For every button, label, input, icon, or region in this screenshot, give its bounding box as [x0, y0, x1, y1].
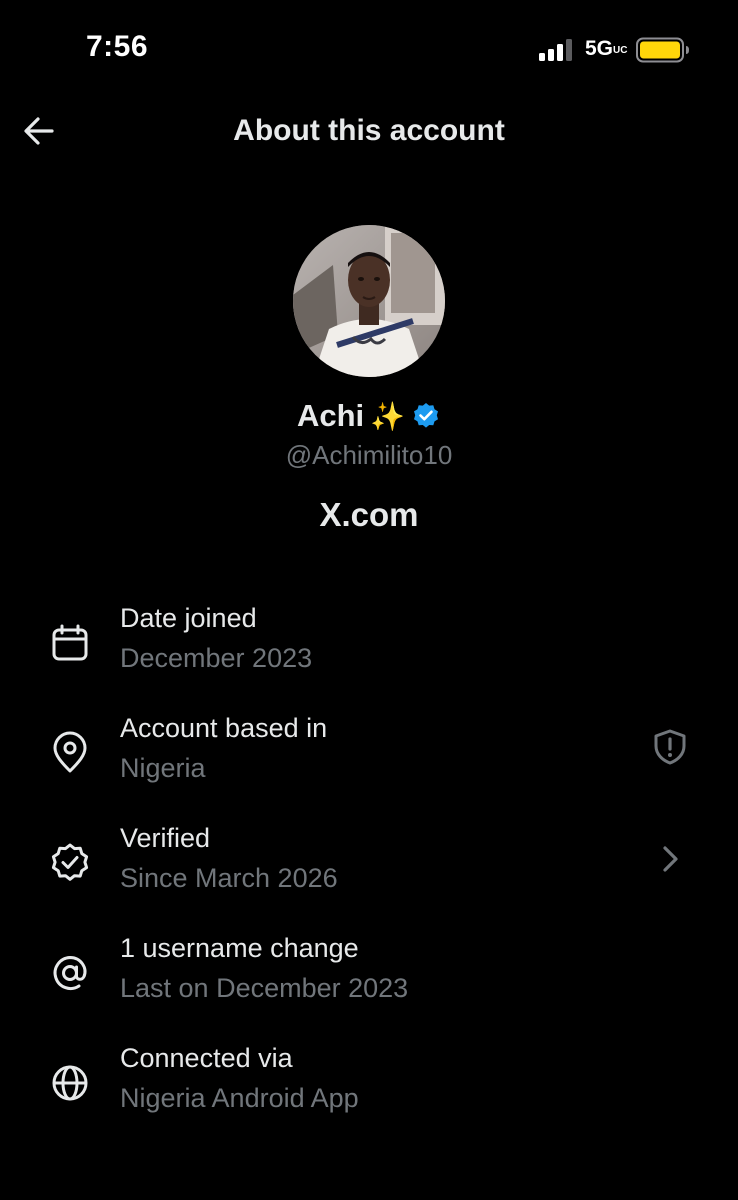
avatar[interactable]: [293, 225, 445, 377]
verified-badge-icon: [414, 403, 439, 428]
display-name: Achi: [296, 398, 365, 433]
info-value: December 2023: [120, 643, 313, 673]
info-label: Account based in: [120, 713, 328, 743]
chevron-right-icon: [663, 846, 678, 872]
info-row-verified[interactable]: Verified Since March 2026: [0, 823, 738, 923]
status-bar: 7:56 5GUC: [0, 0, 738, 100]
verified-check-icon: [51, 843, 89, 881]
sparkles-emoji: ✨: [370, 400, 406, 432]
info-label: Connected via: [120, 1043, 293, 1073]
network-indicator: 5GUC: [585, 37, 628, 60]
info-value: Nigeria Android App: [120, 1083, 359, 1113]
signal-icon: [539, 39, 572, 61]
info-row-date-joined: Date joined December 2023: [0, 603, 738, 703]
info-row-account-based-in[interactable]: Account based in Nigeria: [0, 713, 738, 813]
info-value: Nigeria: [120, 753, 206, 783]
profile-name-row: Achi ✨: [0, 398, 738, 434]
info-label: Date joined: [120, 603, 257, 633]
shield-alert-icon: [654, 729, 686, 765]
location-pin-icon: [53, 731, 87, 773]
battery-icon: [636, 37, 689, 63]
platform-name: X.com: [319, 496, 419, 533]
calendar-icon: [52, 624, 88, 661]
account-location-notice-button[interactable]: [648, 725, 692, 769]
verified-details-button[interactable]: [648, 837, 692, 881]
top-app-bar: About this account: [0, 100, 738, 164]
info-row-connected-via: Connected via Nigeria Android App: [0, 1043, 738, 1143]
page-title: About this account: [233, 114, 505, 147]
username-handle: @Achimilito10: [285, 440, 453, 470]
info-value: Last on December 2023: [120, 973, 409, 1003]
at-sign-icon: [53, 955, 87, 990]
avatar-photo: [293, 225, 445, 377]
info-label: Verified: [120, 823, 211, 853]
globe-icon: [52, 1065, 88, 1101]
info-label: 1 username change: [120, 933, 359, 963]
platform-label: X.com: [0, 496, 738, 534]
info-row-username-change: 1 username change Last on December 2023: [0, 933, 738, 1033]
status-time: 7:56: [86, 30, 149, 63]
info-value: Since March 2026: [120, 863, 338, 893]
